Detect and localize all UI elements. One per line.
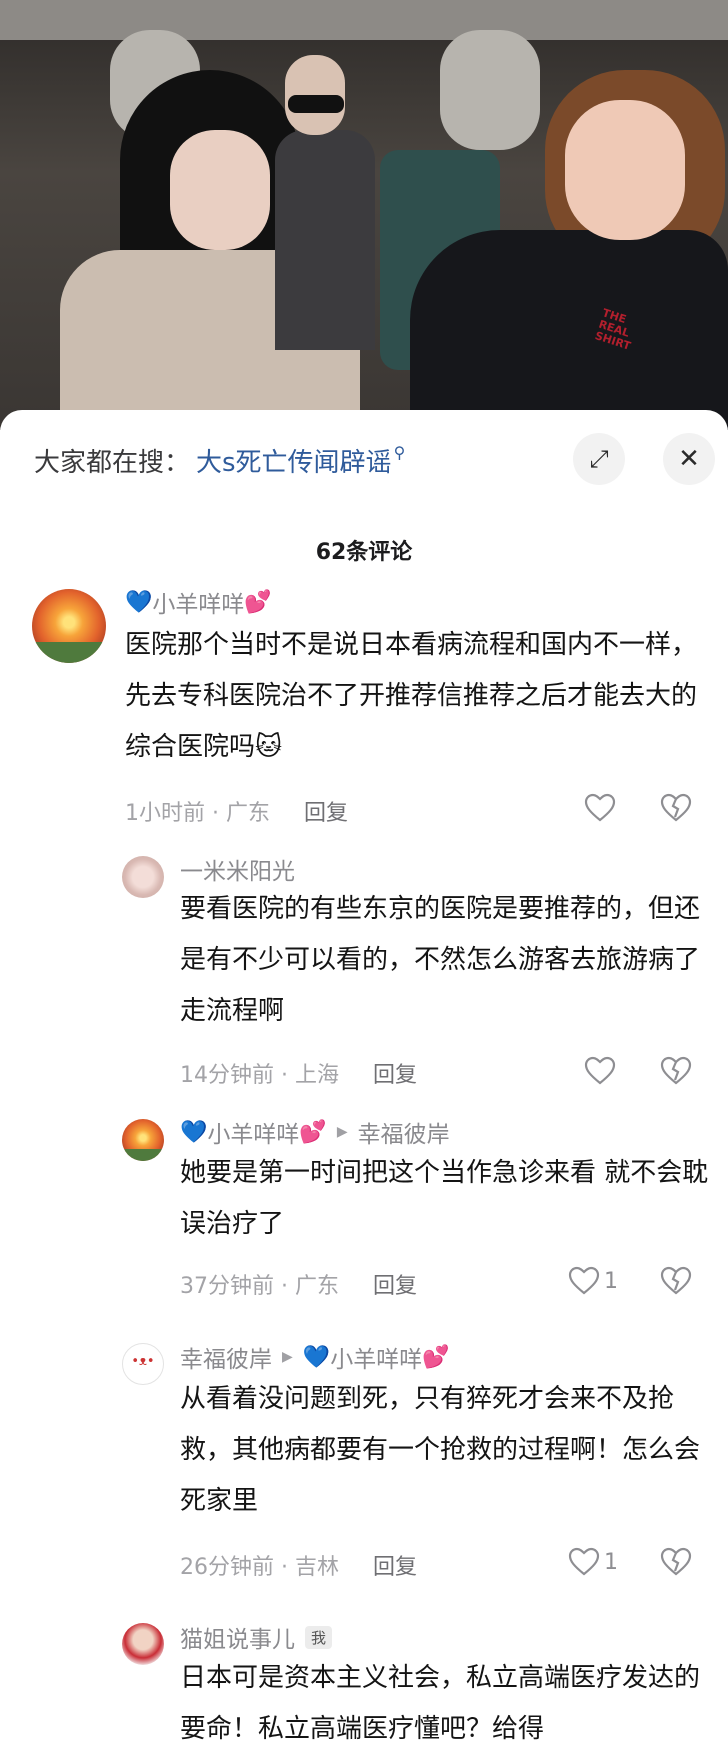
me-badge: 我 [305,1625,333,1649]
reply-to-name[interactable]: 小羊咩咩 [330,1340,422,1374]
video-player[interactable]: THE REAL SHIRT [0,0,728,430]
blue-heart-icon: 💙 [125,589,153,615]
author-name: 小羊咩咩 [152,592,245,618]
comment-text: 日本可是资本主义社会，私立高端医疗发达的要命！私立高端医疗懂吧？给得 [180,1663,701,1744]
reply-button[interactable]: 回复 [373,1549,417,1581]
like-button[interactable] [584,1056,620,1086]
comment-text: 从看着没问题到死，只有猝死才会来不及抢救，其他病都要有一个抢救的过程啊！怎么会死… [180,1384,701,1516]
comment-author[interactable]: 💙 小羊咩咩 💕 [125,585,272,619]
comment-time-location: 14分钟前 · 上海 [180,1063,339,1088]
pink-hearts-icon: 💕 [299,1119,327,1145]
comment-sheet: 大家都在搜： 大s死亡传闻辟谣 ⚲ ⤢ ✕ 62条评论 💙 小羊咩咩 💕 医院那… [0,410,728,1761]
search-icon: ⚲ [393,442,406,462]
comment-meta: 37分钟前 · 广东 回复 [180,1268,417,1300]
person-body [275,130,375,350]
comment-text: 医院那个当时不是说日本看病流程和国内不一样，先去专科医院治不了开推荐信推荐之后才… [125,620,710,773]
reply-button[interactable]: 回复 [373,1057,417,1089]
reply-button[interactable]: 回复 [304,795,348,827]
comment-author[interactable]: 幸福彼岸 ▶ 💙 小羊咩咩 💕 [180,1340,450,1374]
like-count: 1 [604,1268,618,1294]
like-button[interactable] [584,793,620,823]
trending-search[interactable]: 大家都在搜： 大s死亡传闻辟谣 ⚲ [34,440,405,480]
reply-arrow-icon: ▶ [336,1124,348,1140]
avatar[interactable] [122,1343,164,1385]
comment-count: 62条评论 [315,540,413,565]
avatar[interactable] [32,589,106,663]
close-button[interactable]: ✕ [663,433,715,485]
sunglasses [288,95,344,113]
author-name: 猫姐说事儿 [180,1627,295,1653]
avatar[interactable] [122,1623,164,1665]
trending-search-label: 大家都在搜： [34,447,191,478]
like-count: 1 [604,1549,618,1575]
expand-button[interactable]: ⤢ [573,433,625,485]
avatar[interactable] [122,1119,164,1161]
expand-icon: ⤢ [589,445,609,473]
reply-arrow-icon: ▶ [282,1349,293,1365]
car-roof [0,0,728,40]
author-name: 一米米阳光 [180,859,295,885]
broken-heart-icon[interactable] [660,1266,692,1296]
comment-author[interactable]: 💙 小羊咩咩 💕 ▶ 幸福彼岸 [180,1115,450,1149]
author-name: 幸福彼岸 [180,1347,272,1373]
heart-outline-icon [584,793,616,822]
pink-hearts-icon: 💕 [244,589,272,615]
person-face [565,100,685,240]
broken-heart-icon[interactable] [660,1547,692,1577]
pink-hearts-icon: 💕 [422,1344,450,1370]
comment-text: 她要是第一时间把这个当作急诊来看 就不会耽误治疗了 [180,1158,709,1239]
car-headrest [440,30,540,150]
reply-to-name[interactable]: 幸福彼岸 [358,1115,450,1149]
heart-outline-icon [584,1056,616,1085]
broken-heart-icon[interactable] [660,793,692,823]
avatar[interactable] [122,856,164,898]
comment-meta: 26分钟前 · 吉林 回复 [180,1549,417,1581]
comment-text: 要看医院的有些东京的医院是要推荐的，但还是有不少可以看的，不然怎么游客去旅游病了… [180,894,701,1026]
comment-meta: 1小时前 · 广东 回复 [125,795,348,827]
heart-outline-icon [568,1547,600,1576]
broken-heart-icon[interactable] [660,1056,692,1086]
blue-heart-icon: 💙 [302,1344,331,1370]
like-button[interactable]: 1 [568,1266,618,1296]
comment-time-location: 37分钟前 · 广东 [180,1274,339,1299]
blue-heart-icon: 💙 [180,1119,208,1145]
person-body [410,230,728,430]
trending-search-link[interactable]: 大s死亡传闻辟谣 [196,442,392,479]
comment-time-location: 1小时前 · 广东 [125,801,270,826]
close-icon: ✕ [678,444,700,474]
comment-time-location: 26分钟前 · 吉林 [180,1555,339,1580]
comment-author[interactable]: 一米米阳光 [180,852,295,886]
cat-emoji-icon: 🐱 [255,732,283,762]
comment-meta: 14分钟前 · 上海 回复 [180,1057,417,1089]
like-button[interactable]: 1 [568,1547,618,1577]
author-name: 小羊咩咩 [207,1122,300,1148]
person-face [170,130,270,250]
reply-button[interactable]: 回复 [373,1268,417,1300]
comment-text-content: 医院那个当时不是说日本看病流程和国内不一样，先去专科医院治不了开推荐信推荐之后才… [125,630,698,762]
heart-outline-icon [568,1266,600,1295]
comment-author[interactable]: 猫姐说事儿 我 [180,1620,333,1654]
